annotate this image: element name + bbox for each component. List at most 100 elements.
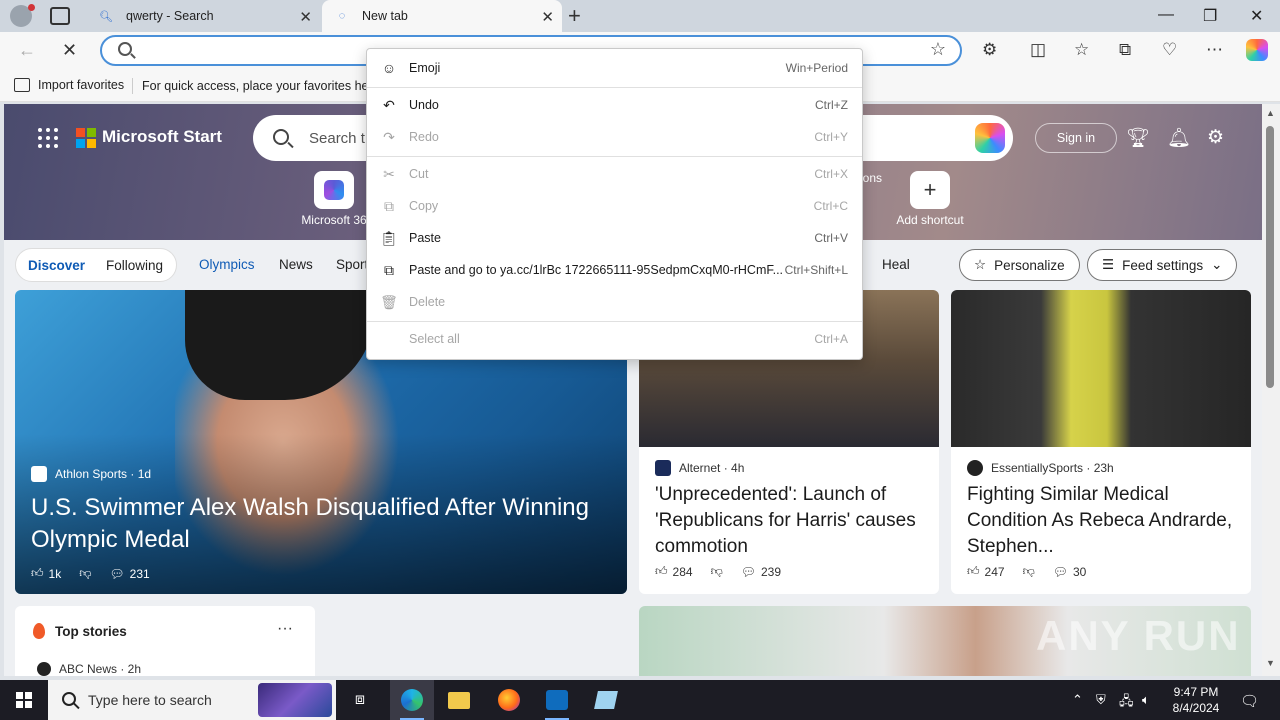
volume-icon[interactable]: 🔈︎ bbox=[1142, 692, 1150, 708]
import-favorites-button[interactable]: Import favorites bbox=[14, 78, 124, 92]
menu-item-delete[interactable]: 🗑︎ Delete bbox=[367, 287, 862, 317]
nav-health[interactable]: Heal bbox=[882, 257, 910, 272]
notepad-icon[interactable] bbox=[584, 680, 628, 720]
feed-settings-button[interactable]: ☰ Feed settings ⌄ bbox=[1087, 249, 1238, 281]
collections-icon[interactable]: ⧉ bbox=[1119, 40, 1131, 60]
page-scrollbar[interactable]: ▲ ▼ bbox=[1262, 104, 1280, 676]
new-tab-button[interactable]: + bbox=[568, 3, 581, 29]
clock-date: 8/4/2024 bbox=[1172, 701, 1220, 715]
like-button[interactable]: 👍︎ 284 bbox=[655, 564, 693, 579]
dislike-button[interactable]: 👎︎ bbox=[711, 564, 723, 579]
search-icon bbox=[118, 42, 132, 56]
story-source[interactable]: ABC News · 2h bbox=[37, 662, 141, 676]
menu-item-paste-and-go[interactable]: ⧉ Paste and go to ya.cc/1lrBc 1722665111… bbox=[367, 255, 862, 285]
notifications-bell-icon[interactable]: 🔔︎ bbox=[1167, 126, 1191, 150]
card-source: Alternet · 4h bbox=[655, 460, 744, 476]
copilot-icon[interactable] bbox=[975, 123, 1005, 153]
start-button[interactable] bbox=[0, 680, 48, 720]
copilot-icon[interactable] bbox=[1246, 39, 1268, 61]
favorite-star-icon[interactable]: ☆ bbox=[930, 39, 946, 60]
card-headline[interactable]: 'Unprecedented': Launch of 'Republicans … bbox=[655, 482, 927, 560]
tab-new-tab[interactable]: ◌ New tab ✕ bbox=[322, 0, 562, 32]
news-card[interactable]: EssentiallySports · 23h Fighting Similar… bbox=[951, 290, 1251, 594]
menu-item-copy[interactable]: ⧉ Copy Ctrl+C bbox=[367, 191, 862, 221]
close-window-icon[interactable]: ✕ bbox=[1250, 6, 1263, 26]
feed-tab-group: Discover Following bbox=[15, 248, 177, 282]
more-menu-icon[interactable]: ⋯ bbox=[1206, 40, 1223, 60]
card-reactions: 👍︎ 284 👎︎ 💬︎ 239 bbox=[655, 564, 793, 579]
scrollbar-thumb[interactable] bbox=[1266, 126, 1274, 388]
tab-following[interactable]: Following bbox=[106, 258, 163, 273]
rewards-trophy-icon[interactable]: 🏆︎ bbox=[1126, 126, 1150, 150]
split-screen-icon[interactable]: ◫ bbox=[1030, 40, 1046, 60]
stop-loading-icon[interactable]: ✕ bbox=[62, 40, 77, 61]
edge-taskbar-icon[interactable] bbox=[390, 680, 434, 720]
scroll-up-icon[interactable]: ▲ bbox=[1266, 108, 1275, 118]
security-icon[interactable]: ⛨ bbox=[1096, 692, 1106, 708]
menu-item-redo[interactable]: ↷ Redo Ctrl+Y bbox=[367, 122, 862, 152]
shortcut-label: ons bbox=[862, 171, 882, 185]
close-tab-icon[interactable]: ✕ bbox=[299, 8, 312, 26]
paste-icon: 📋︎ bbox=[380, 229, 398, 246]
like-button[interactable]: 👍︎ 1k bbox=[31, 566, 61, 581]
copy-icon: ⧉ bbox=[384, 197, 394, 214]
plus-icon: + bbox=[910, 171, 950, 209]
star-outline-icon: ☆ bbox=[974, 257, 987, 272]
menu-item-paste[interactable]: 📋︎ Paste Ctrl+V bbox=[367, 223, 862, 253]
personalize-button[interactable]: ☆ Personalize bbox=[959, 249, 1080, 281]
add-shortcut-button[interactable]: + Add shortcut bbox=[890, 171, 970, 227]
firefox-icon[interactable] bbox=[487, 680, 531, 720]
menu-item-shortcut: Ctrl+Z bbox=[815, 98, 848, 112]
tab-qwerty-search[interactable]: 🔍︎ qwerty - Search ✕ bbox=[86, 0, 320, 32]
card-headline[interactable]: Fighting Similar Medical Condition As Re… bbox=[967, 482, 1239, 560]
comments-button[interactable]: 💬︎ 231 bbox=[109, 567, 149, 581]
more-options-icon[interactable]: ··· bbox=[277, 620, 293, 638]
back-icon[interactable]: ← bbox=[18, 40, 36, 61]
favorites-icon[interactable]: ☆ bbox=[1074, 40, 1089, 60]
like-button[interactable]: 👍︎ 247 bbox=[967, 564, 1005, 579]
sign-in-button[interactable]: Sign in bbox=[1035, 123, 1117, 153]
file-explorer-icon[interactable] bbox=[437, 680, 481, 720]
menu-item-cut[interactable]: ✂ Cut Ctrl+X bbox=[367, 159, 862, 189]
nav-olympics[interactable]: Olympics bbox=[199, 257, 255, 272]
menu-item-select-all[interactable]: Select all Ctrl+A bbox=[367, 324, 862, 354]
settings-gear-icon[interactable]: ⚙ bbox=[1207, 126, 1224, 149]
minimize-icon[interactable]: — bbox=[1158, 6, 1174, 24]
divider bbox=[132, 78, 133, 94]
extensions-icon[interactable]: ⚙ bbox=[982, 40, 997, 60]
menu-item-label: Paste bbox=[409, 231, 441, 245]
taskbar-search-box[interactable]: Type here to search bbox=[48, 680, 336, 720]
close-tab-icon[interactable]: ✕ bbox=[541, 8, 554, 26]
show-hidden-icons-icon[interactable]: ⌃ bbox=[1072, 692, 1083, 708]
menu-item-label: Emoji bbox=[409, 61, 441, 75]
nav-news[interactable]: News bbox=[279, 257, 313, 272]
profile-avatar-icon[interactable] bbox=[10, 4, 35, 27]
tab-title: qwerty - Search bbox=[126, 9, 214, 23]
card-headline[interactable]: U.S. Swimmer Alex Walsh Disqualified Aft… bbox=[31, 492, 621, 556]
menu-item-label: Undo bbox=[409, 98, 439, 112]
shortcut-microsoft-365[interactable]: Microsoft 36 bbox=[294, 171, 374, 227]
nav-sports[interactable]: Sport bbox=[336, 257, 368, 272]
system-clock[interactable]: 9:47 PM 8/4/2024 bbox=[1164, 684, 1228, 716]
comments-button[interactable]: 💬︎ 30 bbox=[1053, 565, 1087, 579]
notifications-icon[interactable]: 🗨︎ bbox=[1240, 692, 1259, 710]
firefox-logo-icon bbox=[498, 689, 520, 711]
tab-actions-icon[interactable] bbox=[50, 7, 70, 25]
card-image bbox=[951, 290, 1251, 447]
chevron-down-icon: ⌄ bbox=[1211, 257, 1223, 272]
network-icon[interactable]: 🖧︎ bbox=[1119, 692, 1134, 714]
menu-item-undo[interactable]: ↶ Undo Ctrl+Z bbox=[367, 90, 862, 120]
apps-launcher-icon[interactable] bbox=[38, 128, 58, 148]
outlook-icon[interactable] bbox=[535, 680, 579, 720]
tab-discover[interactable]: Discover bbox=[28, 258, 85, 273]
restore-icon[interactable]: ❐ bbox=[1203, 6, 1217, 26]
menu-item-emoji[interactable]: ☺ Emoji Win+Period bbox=[367, 53, 862, 83]
brand-title[interactable]: Microsoft Start bbox=[102, 127, 222, 147]
scroll-down-icon[interactable]: ▼ bbox=[1266, 658, 1275, 668]
anyrun-watermark: ANY RUN bbox=[1036, 612, 1241, 659]
browser-essentials-icon[interactable]: ♡ bbox=[1162, 40, 1177, 60]
task-view-icon[interactable]: ⧈ bbox=[338, 680, 382, 720]
dislike-button[interactable]: 👎︎ bbox=[79, 566, 91, 581]
dislike-button[interactable]: 👎︎ bbox=[1023, 564, 1035, 579]
comments-button[interactable]: 💬︎ 239 bbox=[741, 565, 781, 579]
